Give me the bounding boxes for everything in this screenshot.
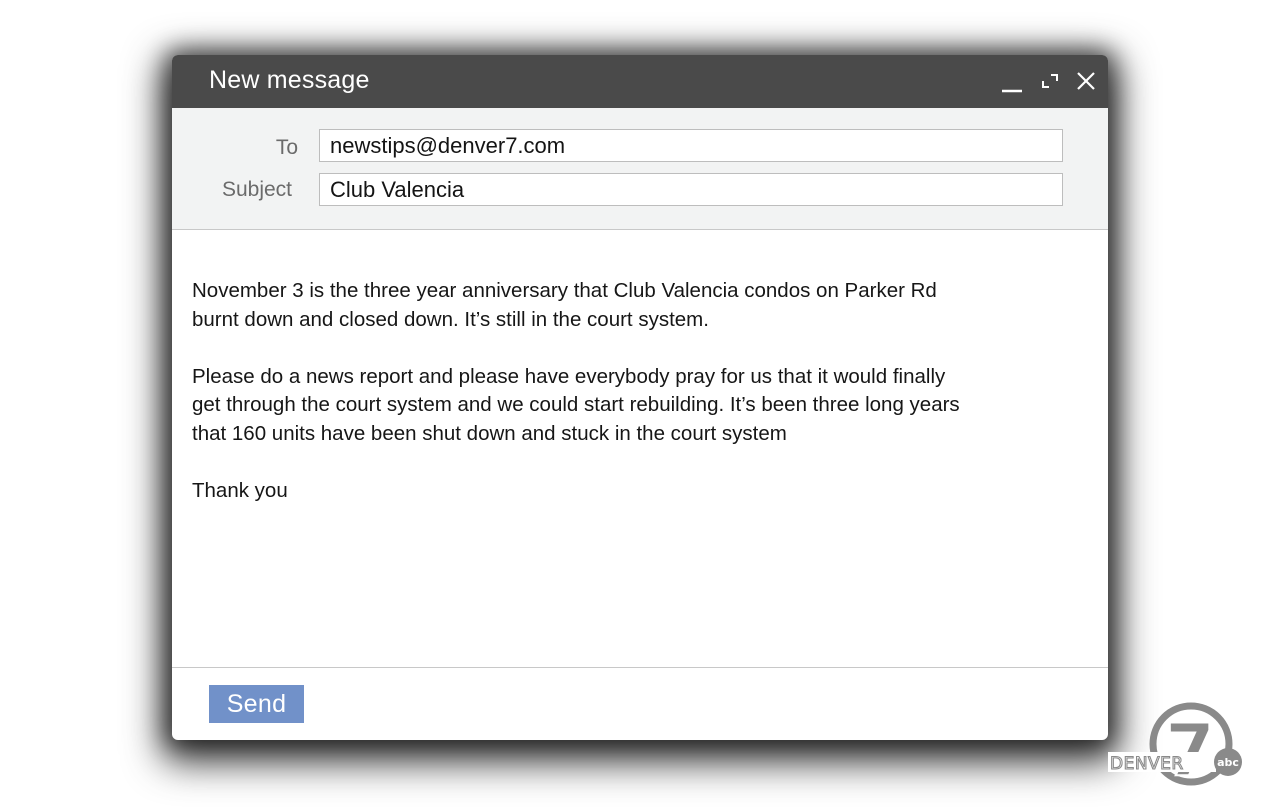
logo-network: abc: [1217, 756, 1239, 769]
message-body[interactable]: November 3 is the three year anniversary…: [192, 277, 1097, 534]
close-icon: [1077, 72, 1095, 90]
subject-label: Subject: [221, 178, 292, 201]
body-paragraph: November 3 is the three year anniversary…: [192, 279, 937, 331]
minimize-icon: [1002, 89, 1022, 93]
logo-number: 7: [1165, 708, 1215, 790]
denver7-logo: 7 DENVER abc: [1108, 702, 1242, 790]
screen: New message To newstips@denver7.com Subj…: [0, 0, 1280, 809]
expand-button[interactable]: [1038, 55, 1062, 108]
send-button[interactable]: Send: [209, 685, 304, 723]
logo-text: DENVER: [1110, 754, 1184, 774]
compose-window: New message To newstips@denver7.com Subj…: [172, 55, 1108, 740]
subject-field[interactable]: Club Valencia: [319, 173, 1063, 206]
window-title: New message: [209, 66, 370, 94]
expand-icon: [1042, 74, 1058, 88]
to-label: To: [275, 136, 298, 159]
header-fields: [172, 108, 1108, 230]
close-button[interactable]: [1072, 55, 1100, 108]
titlebar: New message: [172, 55, 1108, 108]
minimize-button[interactable]: [998, 55, 1026, 108]
footer-divider: [172, 667, 1108, 668]
body-paragraph: Please do a news report and please have …: [192, 364, 960, 445]
to-field[interactable]: newstips@denver7.com: [319, 129, 1063, 162]
body-paragraph: Thank you: [192, 479, 288, 503]
